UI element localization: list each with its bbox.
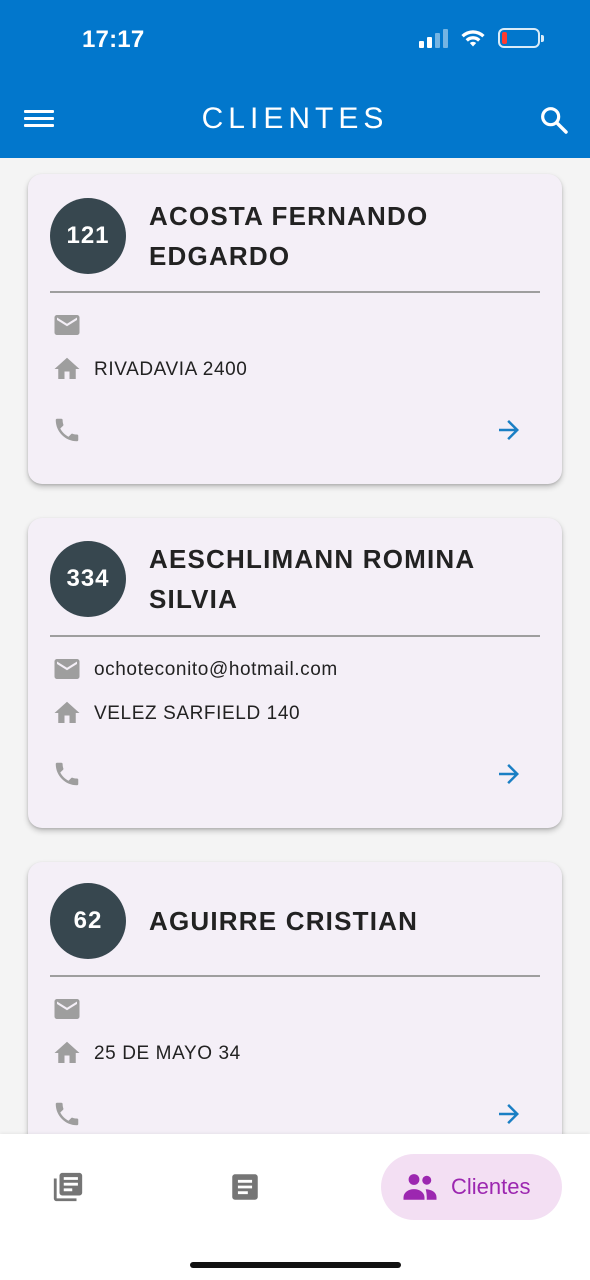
client-number-avatar: 334: [50, 541, 126, 617]
client-list[interactable]: 121 ACOSTA FERNANDO EDGARDO RIVADAVIA 24…: [0, 158, 590, 1134]
app-bar: 17:17 CLIENTES: [0, 0, 590, 158]
nav-item-label: Clientes: [451, 1174, 531, 1199]
article-icon[interactable]: [228, 1170, 262, 1204]
people-icon: [403, 1174, 437, 1200]
email-icon: [54, 315, 80, 335]
home-icon: [54, 701, 80, 723]
home-icon: [54, 357, 80, 379]
client-card[interactable]: 62 AGUIRRE CRISTIAN 25 DE MAYO 34: [28, 862, 562, 1134]
cellular-signal-icon: [419, 28, 448, 48]
phone-icon[interactable]: [52, 415, 82, 445]
client-name: AESCHLIMANN ROMINA SILVIA: [149, 544, 475, 614]
client-email: ochoteconito@hotmail.com: [94, 659, 338, 680]
client-number-avatar: 62: [50, 883, 126, 959]
client-address: 25 DE MAYO 34: [94, 1043, 241, 1064]
client-address: RIVADAVIA 2400: [94, 359, 248, 380]
library-books-icon[interactable]: [50, 1170, 86, 1204]
nav-item-clientes[interactable]: Clientes: [381, 1154, 562, 1220]
arrow-forward-icon[interactable]: [494, 759, 524, 789]
email-icon: [54, 659, 80, 679]
client-name: AGUIRRE CRISTIAN: [149, 906, 419, 936]
arrow-forward-icon[interactable]: [494, 415, 524, 445]
home-indicator: [190, 1262, 401, 1268]
email-icon: [54, 999, 80, 1019]
status-icons: [419, 28, 544, 48]
divider: [50, 975, 540, 977]
client-number-avatar: 121: [50, 198, 126, 274]
phone-icon[interactable]: [52, 1099, 82, 1129]
client-card[interactable]: 334 AESCHLIMANN ROMINA SILVIA ochoteconi…: [28, 518, 562, 828]
search-icon[interactable]: [538, 104, 570, 136]
client-address: VELEZ SARFIELD 140: [94, 703, 301, 724]
home-icon: [54, 1041, 80, 1063]
client-name: ACOSTA FERNANDO EDGARDO: [149, 201, 429, 271]
wifi-icon: [461, 30, 485, 47]
bottom-navigation: Clientes: [0, 1134, 590, 1280]
status-time: 17:17: [82, 26, 145, 53]
divider: [50, 635, 540, 637]
arrow-forward-icon[interactable]: [494, 1099, 524, 1129]
phone-icon[interactable]: [52, 759, 82, 789]
divider: [50, 291, 540, 293]
client-card[interactable]: 121 ACOSTA FERNANDO EDGARDO RIVADAVIA 24…: [28, 174, 562, 484]
page-title: CLIENTES: [201, 102, 389, 135]
battery-icon: [498, 28, 544, 48]
